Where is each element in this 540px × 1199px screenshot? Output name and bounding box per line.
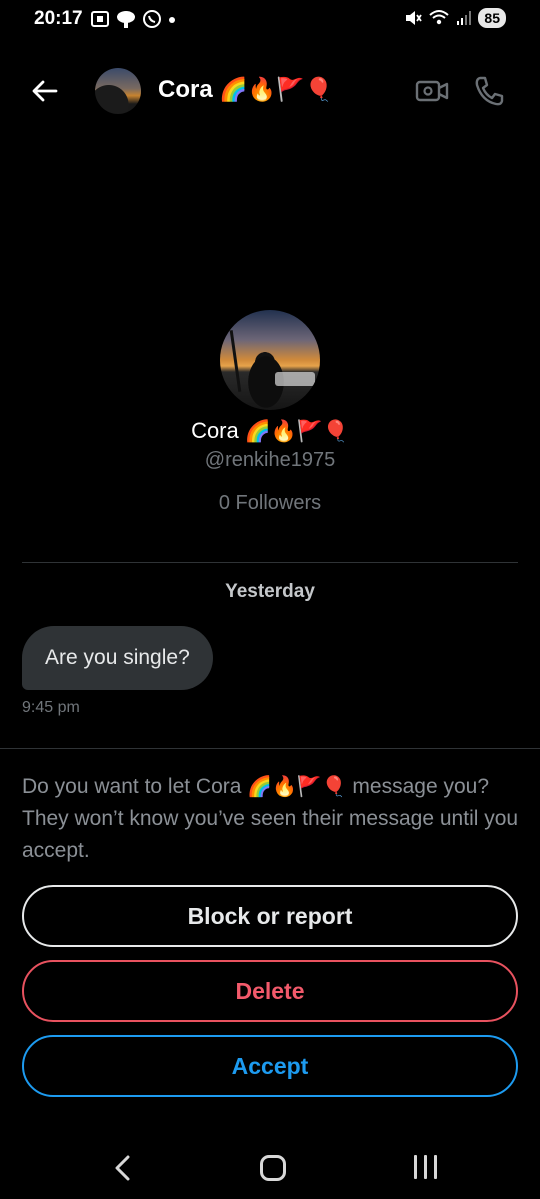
phone-icon[interactable] bbox=[472, 74, 506, 108]
avatar-photo-detail bbox=[275, 372, 315, 386]
weather-icon bbox=[117, 11, 135, 28]
request-text-emojis: 🌈🔥🚩🎈 bbox=[247, 774, 347, 798]
nav-recents-icon[interactable] bbox=[412, 1155, 438, 1181]
battery-icon: 85 bbox=[478, 8, 506, 28]
header-avatar[interactable] bbox=[95, 68, 141, 114]
divider bbox=[0, 748, 540, 749]
date-separator: Yesterday bbox=[225, 581, 315, 602]
status-time: 20:17 bbox=[34, 8, 83, 29]
profile-handle: @renkihe1975 bbox=[204, 449, 336, 471]
conversation-header: Cora 🌈🔥🚩🎈 bbox=[0, 60, 540, 120]
header-name[interactable]: Cora 🌈🔥🚩🎈 bbox=[158, 76, 333, 104]
nav-home-icon[interactable] bbox=[260, 1155, 286, 1181]
back-arrow-icon[interactable] bbox=[30, 76, 60, 106]
notification-icons bbox=[90, 9, 177, 29]
profile-followers: 0 Followers bbox=[218, 492, 322, 514]
profile-name-text: Cora bbox=[191, 418, 239, 443]
request-text-start: Do you want to let Cora bbox=[22, 775, 248, 798]
avatar-photo-detail bbox=[229, 330, 242, 392]
message-bubble[interactable]: Are you single? bbox=[22, 626, 213, 690]
profile-avatar[interactable] bbox=[220, 310, 320, 410]
header-name-emojis: 🌈🔥🚩🎈 bbox=[219, 77, 333, 103]
message-timestamp: 9:45 pm bbox=[22, 699, 80, 716]
mute-icon bbox=[406, 11, 423, 25]
status-bar: 20:17 85 bbox=[0, 0, 540, 40]
whatsapp-icon bbox=[143, 10, 161, 28]
message-request-prompt: Do you want to let Cora 🌈🔥🚩🎈 message you… bbox=[22, 770, 522, 867]
accept-button[interactable]: Accept bbox=[22, 1035, 518, 1097]
profile-name-emojis: 🌈🔥🚩🎈 bbox=[244, 419, 349, 443]
dm-request-screen: 20:17 85 Cora 🌈🔥🚩🎈 Cora 🌈🔥🚩🎈 @renkihe197… bbox=[0, 0, 540, 1199]
signal-icon bbox=[457, 11, 472, 25]
video-icon[interactable] bbox=[414, 76, 450, 106]
screenshot-icon bbox=[91, 11, 109, 27]
header-name-text: Cora bbox=[158, 76, 213, 103]
divider bbox=[22, 562, 518, 563]
profile-name: Cora 🌈🔥🚩🎈 bbox=[0, 418, 540, 444]
dot-icon bbox=[169, 17, 175, 23]
delete-button[interactable]: Delete bbox=[22, 960, 518, 1022]
system-nav-bar bbox=[0, 1135, 540, 1199]
system-icons: 85 bbox=[404, 8, 506, 28]
nav-back-icon[interactable] bbox=[110, 1153, 136, 1183]
wifi-icon bbox=[429, 10, 450, 25]
block-or-report-button[interactable]: Block or report bbox=[22, 885, 518, 947]
